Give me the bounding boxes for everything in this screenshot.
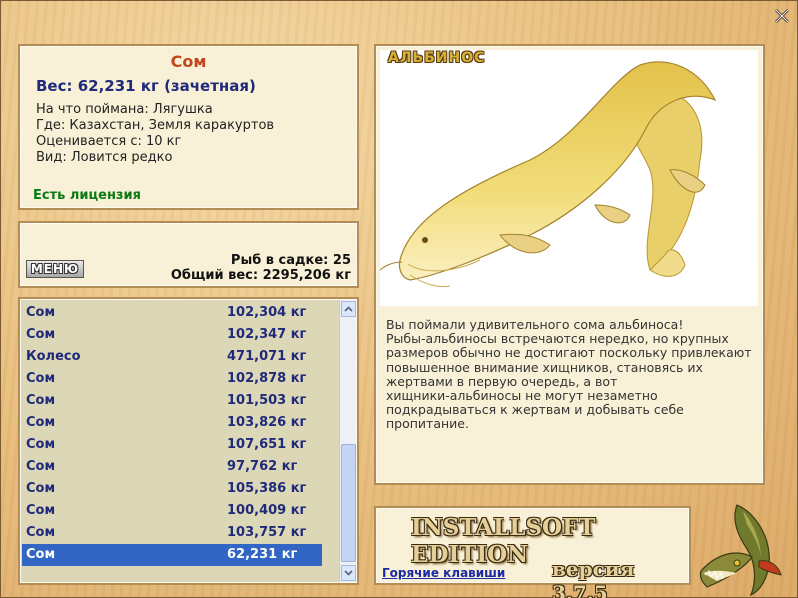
fish-count: Рыб в садке: 25 bbox=[230, 253, 351, 268]
catch-fish-name: Сом bbox=[26, 415, 56, 430]
catch-fish-weight: 471,071 кг bbox=[227, 349, 307, 364]
catch-row[interactable]: Сом 62,231 кг bbox=[22, 544, 322, 566]
catch-fish-name: Сом bbox=[26, 525, 56, 540]
description-line: Рыбы-альбиносы встречаются нередко, но к… bbox=[386, 331, 729, 347]
catch-fish-name: Сом bbox=[26, 503, 56, 518]
description-line: жертвами в первую очередь, а вот bbox=[386, 373, 618, 389]
chevron-down-icon bbox=[344, 570, 353, 576]
pike-icon bbox=[699, 504, 782, 597]
catch-row[interactable]: Сом 107,651 кг bbox=[22, 434, 322, 456]
catch-row[interactable]: Сом 97,762 кг bbox=[22, 456, 322, 478]
catch-fish-name: Сом bbox=[26, 547, 56, 562]
chevron-up-icon bbox=[344, 306, 353, 312]
pike-logo bbox=[697, 501, 785, 597]
catch-fish-name: Сом bbox=[26, 459, 56, 474]
catch-row[interactable]: Сом 105,386 кг bbox=[22, 478, 322, 500]
brand-panel: INSTALLSOFT EDITION Горячие клавиши верс… bbox=[374, 506, 691, 598]
catch-fish-weight: 62,231 кг bbox=[227, 547, 298, 562]
description-line: пропитание. bbox=[386, 416, 469, 432]
hotkeys-link[interactable]: Горячие клавиши bbox=[382, 566, 505, 580]
catch-row[interactable]: Сом 100,409 кг bbox=[22, 500, 322, 522]
description-line: Вы поймали удивительного сома альбиноса! bbox=[386, 317, 684, 332]
catch-fish-name: Сом bbox=[26, 371, 56, 386]
albino-label: АЛЬБИНОС bbox=[388, 50, 486, 66]
catch-fish-weight: 97,762 кг bbox=[227, 459, 298, 474]
catch-fish-name: Сом bbox=[26, 481, 56, 496]
catch-fish-name: Колесо bbox=[26, 349, 81, 364]
scroll-up-button[interactable] bbox=[341, 301, 356, 317]
fish-title: Сом bbox=[170, 52, 207, 71]
catch-row[interactable]: Сом 103,826 кг bbox=[22, 412, 322, 434]
close-icon bbox=[775, 9, 789, 23]
catch-fish-weight: 103,757 кг bbox=[227, 525, 307, 540]
catch-row[interactable]: Колесо 471,071 кг bbox=[22, 346, 322, 368]
catch-fish-weight: 102,304 кг bbox=[227, 305, 307, 320]
kind-info: Вид: Ловится редко bbox=[36, 150, 173, 165]
catch-fish-name: Сом bbox=[26, 305, 56, 320]
fish-picture-panel: АЛЬБИНОС Вы поймали удивительного сома а… bbox=[374, 44, 765, 485]
bait-info: На что поймана: Лягушка bbox=[36, 102, 213, 117]
fish-weight: Вес: 62,231 кг (зачетная) bbox=[36, 77, 256, 95]
catch-row[interactable]: Сом 103,757 кг bbox=[22, 522, 322, 544]
albino-catfish-illustration bbox=[374, 61, 717, 288]
description-line: хищники-альбиносы не могут незаметно bbox=[386, 388, 658, 404]
catch-fish-weight: 102,347 кг bbox=[227, 327, 307, 342]
catch-row[interactable]: Сом 102,878 кг bbox=[22, 368, 322, 390]
catch-fish-weight: 107,651 кг bbox=[227, 437, 307, 452]
license-status: Есть лицензия bbox=[33, 188, 141, 203]
total-weight: Общий вес: 2295,206 кг bbox=[170, 268, 351, 283]
catch-fish-weight: 105,386 кг bbox=[227, 481, 307, 496]
catch-fish-weight: 100,409 кг bbox=[227, 503, 307, 518]
scroll-thumb[interactable] bbox=[341, 444, 356, 562]
catch-row[interactable]: Сом 102,347 кг bbox=[22, 324, 322, 346]
fish-image bbox=[374, 50, 758, 306]
version-label: версия 3.7.5 bbox=[552, 557, 635, 598]
catch-row[interactable]: Сом 101,503 кг bbox=[22, 390, 322, 412]
catch-fish-weight: 101,503 кг bbox=[227, 393, 307, 408]
catch-list[interactable]: Сом 102,304 кг Сом 102,347 кг Колесо 471,071 … bbox=[18, 297, 359, 585]
catch-row[interactable]: Сом 102,304 кг bbox=[22, 302, 322, 324]
scrollbar[interactable] bbox=[339, 300, 356, 582]
catch-info-panel: Сом Вес: 62,231 кг (зачетная) На что пой… bbox=[18, 44, 359, 210]
fish-description: Вы поймали удивительного сома альбиноса!… bbox=[386, 317, 754, 432]
description-line: повышенное внимание хищников, становясь … bbox=[386, 359, 703, 375]
scroll-down-button[interactable] bbox=[341, 565, 356, 581]
keepnet-summary-panel: МЕНЮ Рыб в садке: 25 Общий вес: 2295,206… bbox=[18, 221, 359, 288]
description-line: подкрадываться к жертвам и добывать себе bbox=[386, 402, 684, 418]
catch-fish-name: Сом bbox=[26, 437, 56, 452]
catch-fish-name: Сом bbox=[26, 393, 56, 408]
catch-fish-name: Сом bbox=[26, 327, 56, 342]
rated-from-info: Оценивается с: 10 кг bbox=[36, 134, 182, 149]
menu-button[interactable]: МЕНЮ bbox=[26, 260, 84, 278]
location-info: Где: Казахстан, Земля каракуртов bbox=[36, 118, 275, 133]
catch-fish-weight: 102,878 кг bbox=[227, 371, 307, 386]
close-button[interactable] bbox=[773, 7, 791, 25]
description-line: размеров обычно не достигают поскольку п… bbox=[386, 345, 752, 361]
catch-fish-weight: 103,826 кг bbox=[227, 415, 307, 430]
